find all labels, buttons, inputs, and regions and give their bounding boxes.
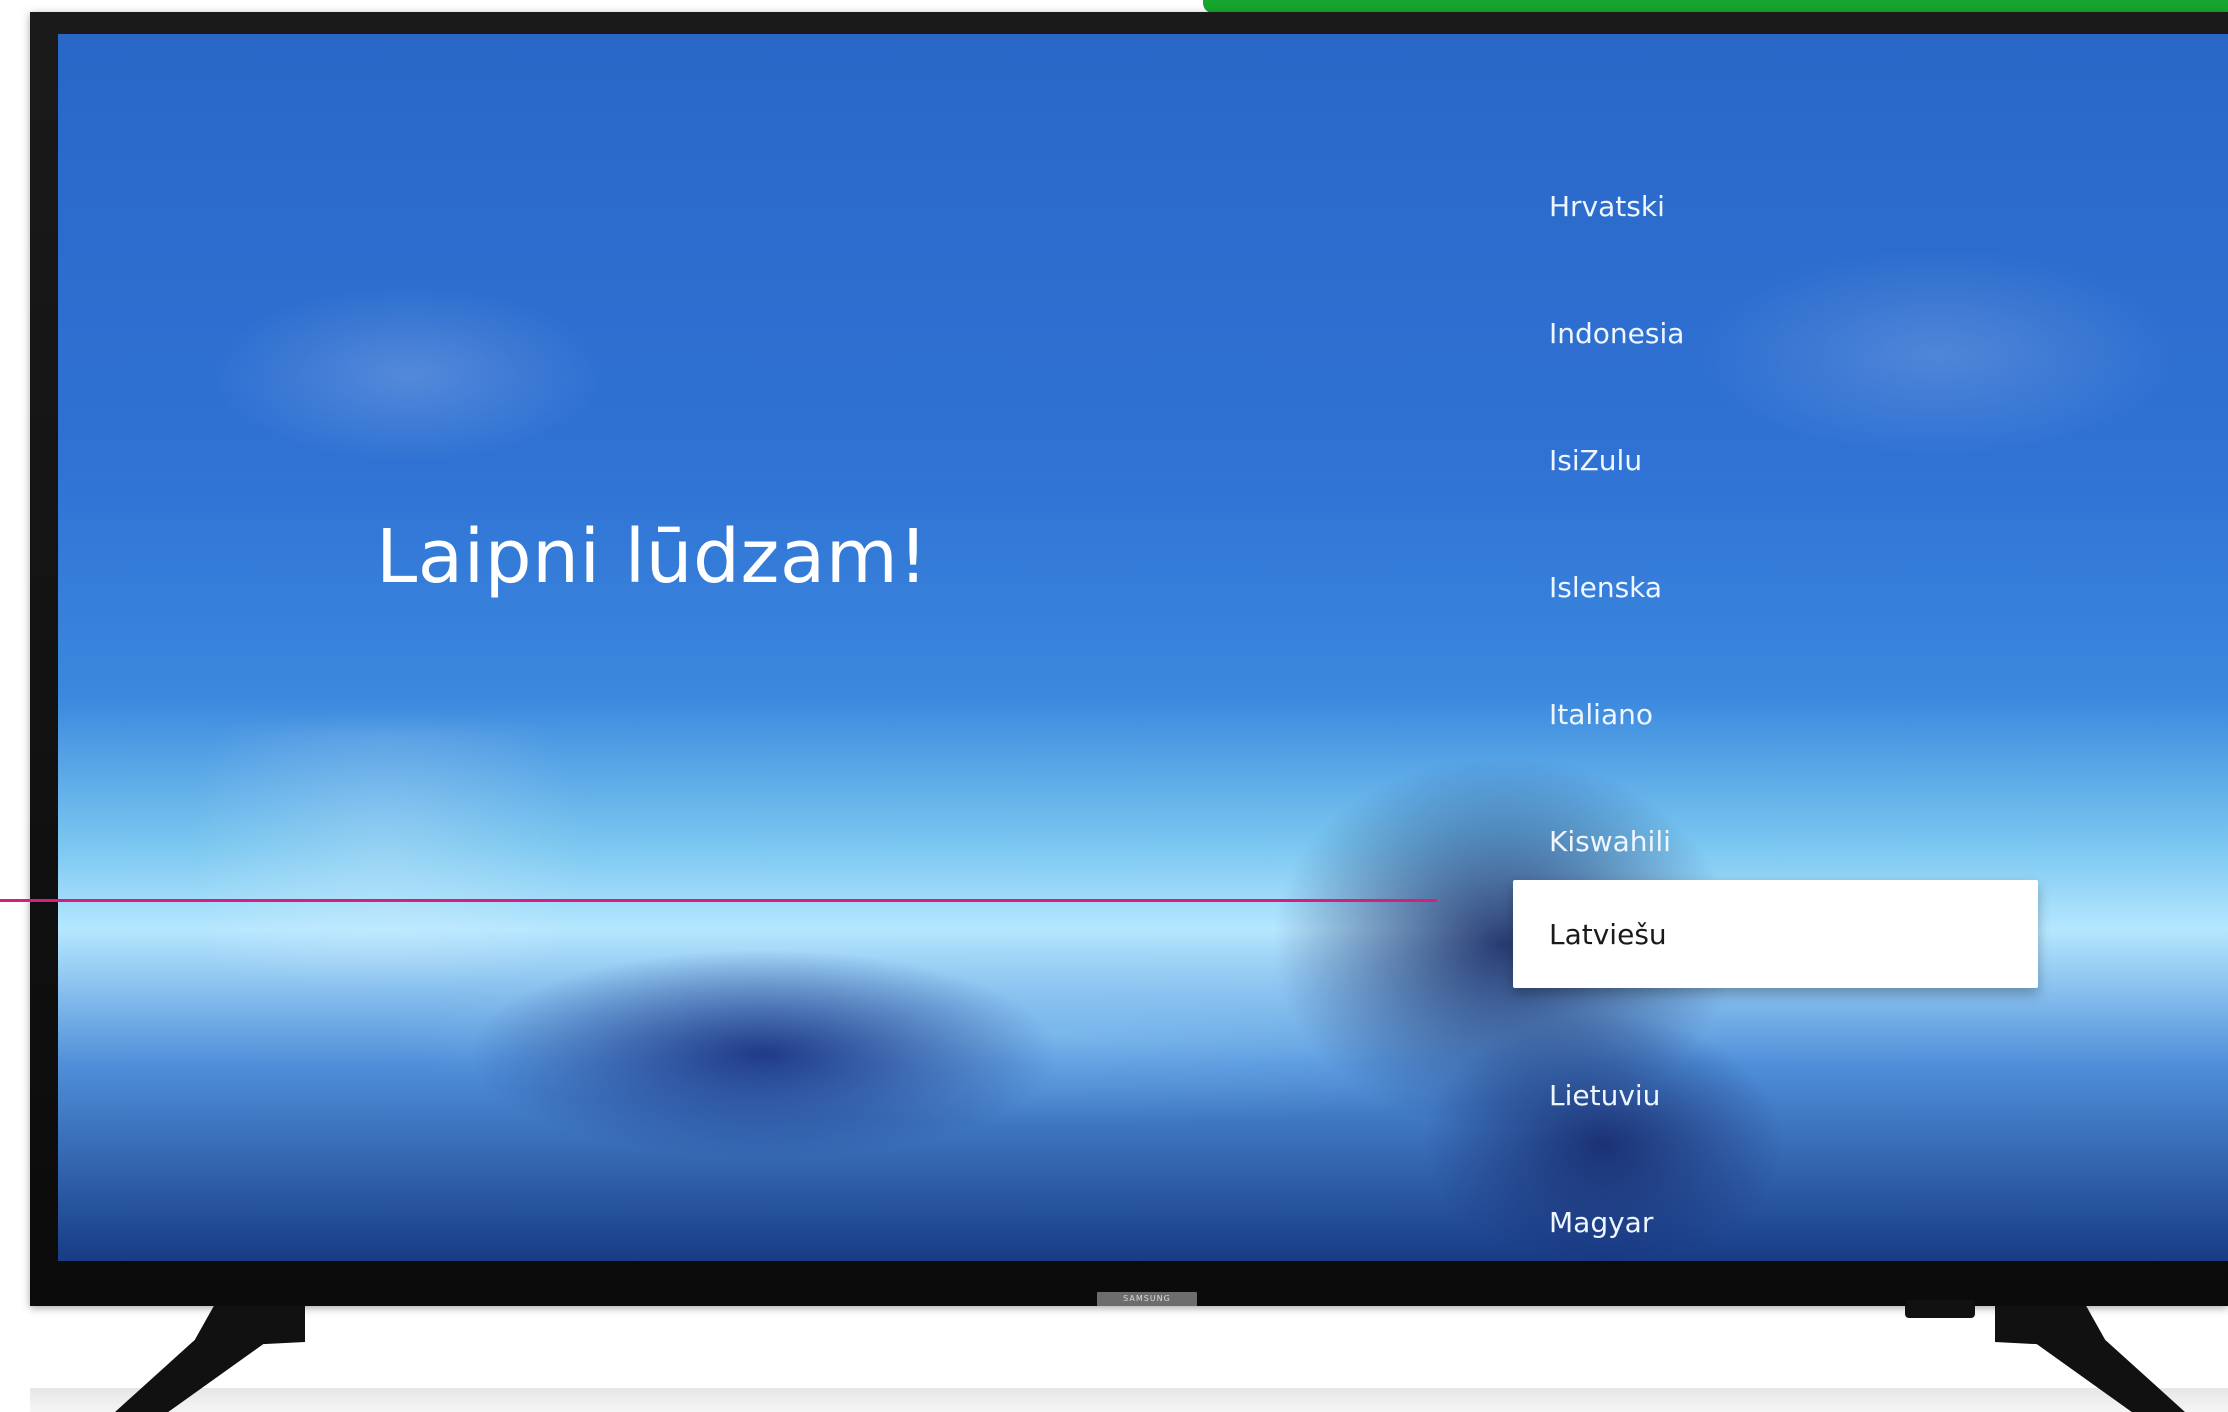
language-option-label: Indonesia: [1549, 316, 1685, 350]
language-option-indonesia[interactable]: Indonesia: [1513, 279, 2038, 387]
floor-shadow: [30, 1388, 2228, 1412]
language-list: Hrvatski Indonesia IsiZulu Islenska Ital…: [1513, 152, 2048, 1239]
language-option-label: Magyar: [1549, 1205, 1654, 1239]
language-option-isizulu[interactable]: IsiZulu: [1513, 406, 2038, 514]
power-button[interactable]: [1905, 1300, 1975, 1318]
language-option-label: Latviešu: [1549, 917, 1667, 951]
language-option-islenska[interactable]: Islenska: [1513, 533, 2038, 641]
language-option-latviesu[interactable]: Latviešu: [1513, 880, 2038, 988]
language-option-label: Hrvatski: [1549, 189, 1665, 223]
language-option-hrvatski[interactable]: Hrvatski: [1513, 152, 2038, 260]
tv-screen: Laipni lūdzam! Hrvatski Indonesia IsiZul…: [58, 34, 2228, 1261]
language-option-label: Kiswahili: [1549, 824, 1671, 858]
tv-brand-badge: SAMSUNG: [1097, 1292, 1197, 1306]
language-option-label: Italiano: [1549, 697, 1653, 731]
callout-line: [0, 899, 1437, 902]
language-option-lietuviu[interactable]: Lietuviu: [1513, 1041, 2038, 1149]
background-cloud: [203, 724, 653, 974]
language-option-label: Lietuviu: [1549, 1078, 1661, 1112]
language-option-kiswahili[interactable]: Kiswahili: [1513, 787, 2038, 895]
language-option-italiano[interactable]: Italiano: [1513, 660, 2038, 768]
language-option-label: Islenska: [1549, 570, 1663, 604]
welcome-title: Laipni lūdzam!: [376, 514, 929, 600]
tv-language-selection-screen: Laipni lūdzam! Hrvatski Indonesia IsiZul…: [0, 0, 2228, 1412]
language-option-label: IsiZulu: [1549, 443, 1643, 477]
language-option-magyar[interactable]: Magyar: [1513, 1168, 2038, 1261]
